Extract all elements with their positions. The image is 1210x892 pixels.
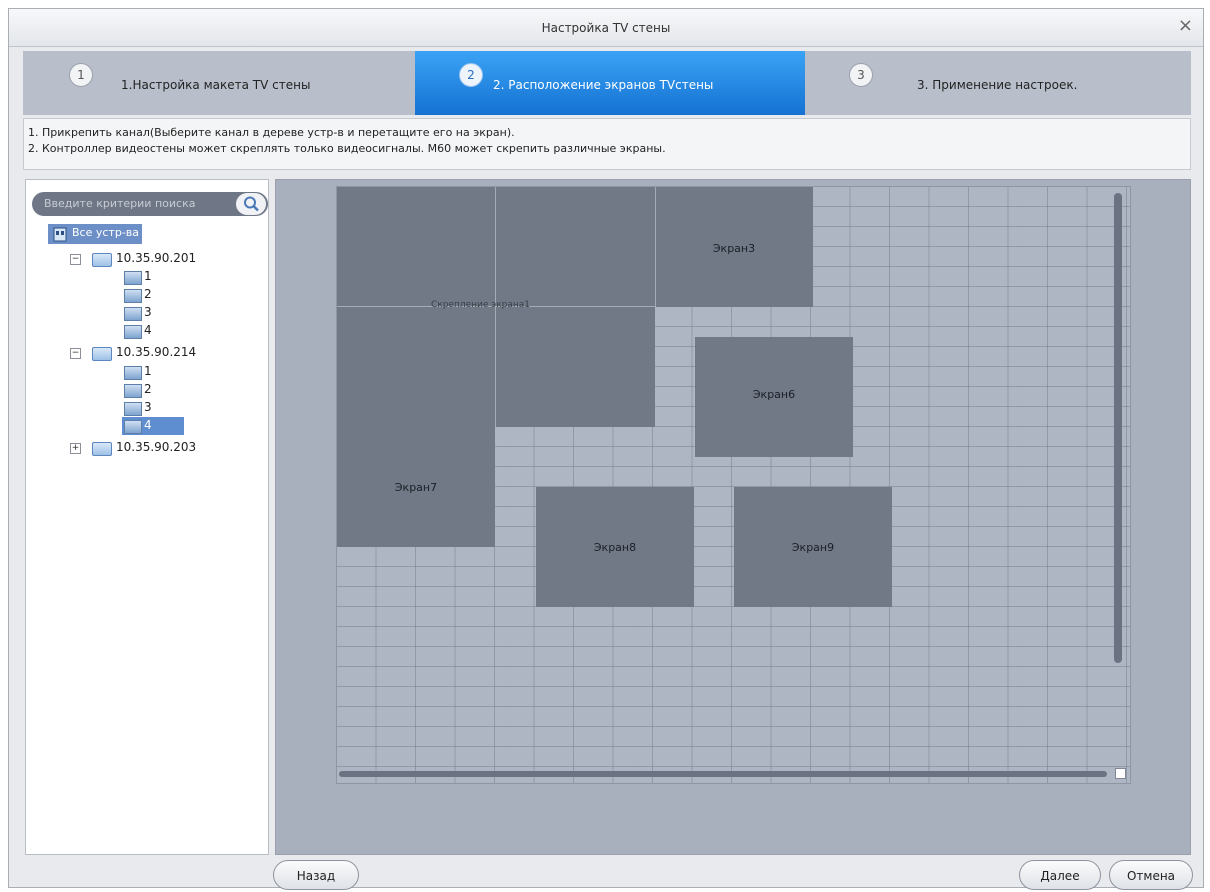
screen-label: Экран6 <box>752 388 796 401</box>
expand-icon[interactable]: + <box>70 443 81 454</box>
search-box[interactable]: Введите критерии поиска <box>32 192 268 216</box>
camera-icon <box>124 325 142 339</box>
step-2-label: 2. Расположение экранов TVстены <box>493 78 714 92</box>
wall-layout-area: Экран7 Скрепление экрана1 Экран3 Экран6 … <box>275 179 1191 855</box>
collapse-icon[interactable]: − <box>70 348 81 359</box>
step-3-label: 3. Применение настроек. <box>917 78 1078 92</box>
resize-corner[interactable] <box>1115 768 1126 779</box>
screen-8[interactable]: Экран8 <box>536 487 694 607</box>
screen-label: Экран9 <box>791 541 835 554</box>
channel-label: 3 <box>144 400 152 414</box>
camera-icon <box>124 271 142 285</box>
camera-icon <box>124 402 142 416</box>
tree-channel[interactable]: 3 <box>122 399 182 417</box>
step-2-number: 2 <box>459 63 483 87</box>
instruction-line-2: 2. Контроллер видеостены может скреплять… <box>28 142 666 155</box>
step-1-number: 1 <box>69 63 93 87</box>
dvr-icon <box>92 253 112 267</box>
search-placeholder: Введите критерии поиска <box>44 197 196 210</box>
dialog-title: Настройка TV стены <box>541 21 671 35</box>
camera-icon <box>124 384 142 398</box>
tree-channel[interactable]: 3 <box>122 304 182 322</box>
tree-channel[interactable]: 1 <box>122 363 182 381</box>
tv-wall-setup-dialog: Настройка TV стены × 1 1.Настройка макет… <box>8 8 1204 890</box>
horizontal-scrollbar[interactable] <box>339 771 1107 777</box>
collapse-icon[interactable]: − <box>70 254 81 265</box>
tree-root-label: Все устр-ва <box>72 226 139 239</box>
channel-label: 1 <box>144 269 152 283</box>
close-icon[interactable]: × <box>1178 15 1193 36</box>
camera-icon <box>124 420 142 434</box>
dvr-icon <box>92 442 112 456</box>
tree-channel[interactable]: 1 <box>122 268 182 286</box>
screen-label: Экран8 <box>593 541 637 554</box>
cancel-button[interactable]: Отмена <box>1109 860 1193 890</box>
camera-icon <box>124 307 142 321</box>
tree-channel[interactable]: 2 <box>122 381 182 399</box>
channel-label: 2 <box>144 287 152 301</box>
channel-label: 2 <box>144 382 152 396</box>
tree-root-all-devices[interactable]: Все устр-ва <box>48 224 142 244</box>
channel-label: 3 <box>144 305 152 319</box>
screen-3[interactable]: Экран3 <box>655 187 813 307</box>
device-ip: 10.35.90.203 <box>116 440 197 454</box>
vertical-scrollbar[interactable] <box>1114 193 1122 663</box>
screen-6[interactable]: Экран6 <box>695 337 853 457</box>
step-1[interactable]: 1 1.Настройка макета TV стены <box>23 51 415 115</box>
camera-icon <box>124 366 142 380</box>
dvr-icon <box>92 347 112 361</box>
tree-channel-selected[interactable]: 4 <box>122 417 184 435</box>
wall-grid[interactable]: Экран7 Скрепление экрана1 Экран3 Экран6 … <box>336 186 1131 784</box>
screen-border <box>655 187 656 307</box>
step-2[interactable]: 2 2. Расположение экранов TVстены <box>415 51 805 115</box>
next-button[interactable]: Далее <box>1019 860 1101 890</box>
search-button[interactable] <box>236 193 266 215</box>
screen-label: Экран3 <box>712 242 756 255</box>
instructions-panel: 1. Прикрепить канал(Выберите канал в дер… <box>23 118 1191 170</box>
tree-device-1[interactable]: − 10.35.90.201 <box>70 250 260 268</box>
device-tree-panel: Введите критерии поиска Все устр-ва − 10… <box>25 179 269 855</box>
screen-7[interactable]: Экран7 <box>337 427 495 547</box>
camera-icon <box>124 289 142 303</box>
merged-screen-label: Скрепление экрана1 <box>431 300 531 310</box>
title-bar: Настройка TV стены × <box>9 9 1203 47</box>
step-3[interactable]: 3 3. Применение настроек. <box>805 51 1191 115</box>
tree-channel[interactable]: 2 <box>122 286 182 304</box>
search-icon <box>244 196 259 212</box>
screen-label: Экран7 <box>394 481 438 494</box>
channel-label: 4 <box>144 323 152 337</box>
tree-channel[interactable]: 4 <box>122 322 182 340</box>
channel-label: 4 <box>144 418 152 432</box>
tree-device-3[interactable]: + 10.35.90.203 <box>70 439 260 457</box>
step-3-number: 3 <box>849 63 873 87</box>
wizard-steps: 1 1.Настройка макета TV стены 2 2. Распо… <box>23 51 1191 115</box>
device-group-icon <box>53 227 67 242</box>
screen-9[interactable]: Экран9 <box>734 487 892 607</box>
step-1-label: 1.Настройка макета TV стены <box>121 78 311 92</box>
channel-label: 1 <box>144 364 152 378</box>
back-button[interactable]: Назад <box>273 860 359 890</box>
device-ip: 10.35.90.214 <box>116 345 197 359</box>
device-ip: 10.35.90.201 <box>116 251 197 265</box>
tree-device-2[interactable]: − 10.35.90.214 <box>70 344 260 362</box>
instruction-line-1: 1. Прикрепить канал(Выберите канал в дер… <box>28 126 515 139</box>
